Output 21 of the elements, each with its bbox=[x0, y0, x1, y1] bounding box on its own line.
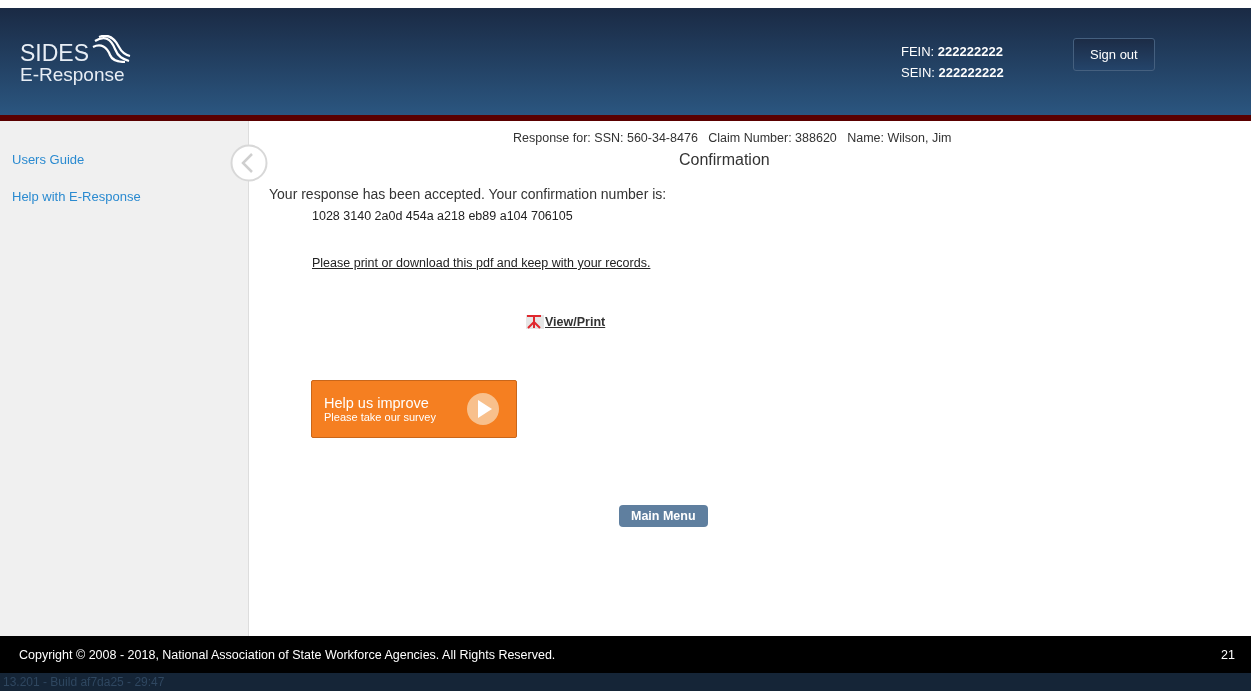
page-heading: Confirmation bbox=[679, 151, 771, 169]
sign-out-button[interactable]: Sign out bbox=[1073, 38, 1155, 71]
sidebar-link[interactable]: Help with E-Response bbox=[12, 189, 141, 204]
copyright-text: Copyright © 2008 - 2018, National Association of State Workforce Agencies. All Rights Reserved. bbox=[19, 647, 556, 662]
print-note-link[interactable]: Please print or download this pdf and keep with your records. bbox=[312, 256, 651, 270]
survey-button[interactable]: Help us improve Please take our survey bbox=[311, 380, 517, 438]
response-info: Response for: SSN: 560-34-8476 Claim Number: 388620 Name: Wilson, Jim bbox=[513, 131, 953, 145]
logo-subtitle: E-Response bbox=[20, 64, 126, 85]
pdf-icon bbox=[525, 314, 545, 330]
confirmation-number: 1028 3140 2a0d 454a a218 eb89 a104 706105 bbox=[312, 209, 574, 223]
logo-title: SIDES bbox=[20, 40, 90, 65]
play-icon bbox=[466, 392, 500, 426]
fein-label: FEIN: 222222222 bbox=[901, 43, 1004, 59]
sein-label: SEIN: 222222222 bbox=[901, 64, 1005, 80]
sidebar-link[interactable]: Users Guide bbox=[12, 152, 85, 167]
view-print-link[interactable]: View/Print bbox=[545, 315, 606, 329]
wave-logo-icon bbox=[91, 34, 132, 63]
collapse-icon[interactable] bbox=[230, 144, 268, 182]
main-menu-button[interactable]: Main Menu bbox=[619, 505, 708, 527]
page-number: 21 bbox=[1221, 647, 1235, 662]
accepted-message: Your response has been accepted. Your confirmation number is: bbox=[269, 186, 668, 202]
